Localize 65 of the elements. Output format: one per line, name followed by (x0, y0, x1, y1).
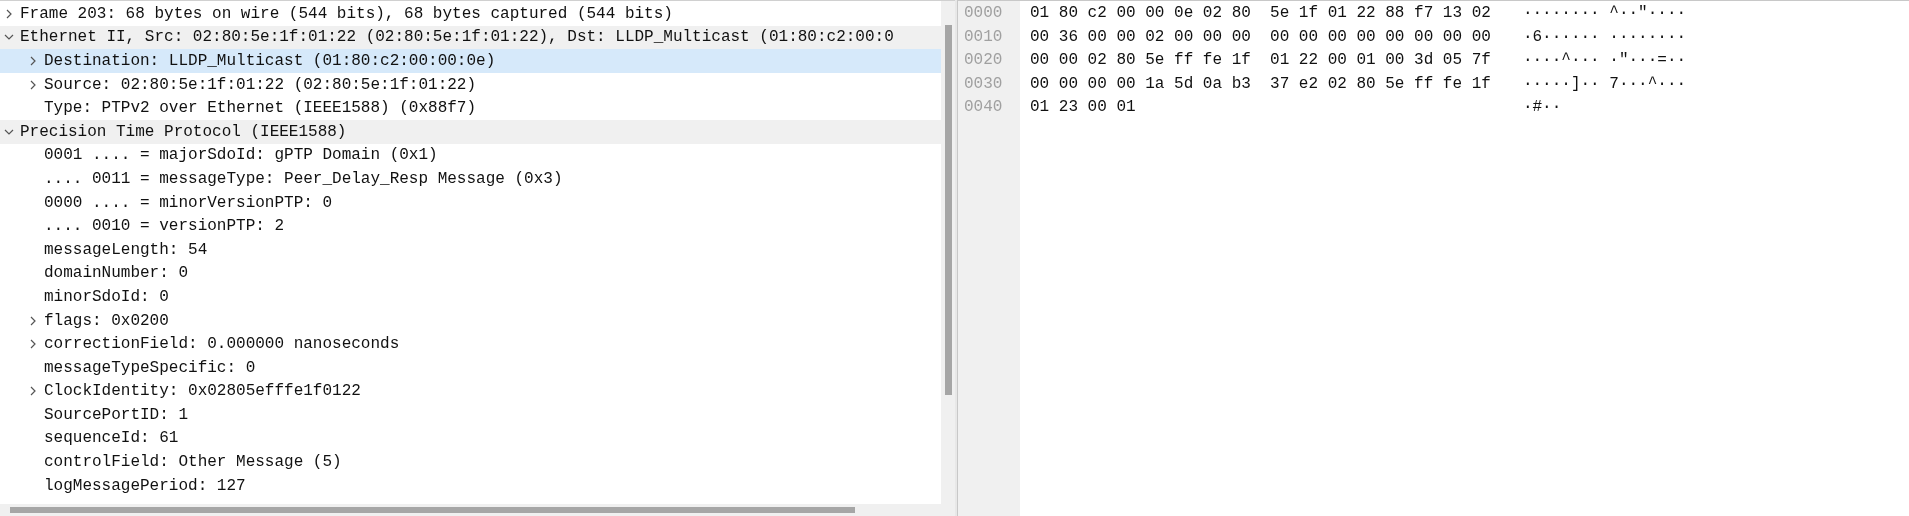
tree-row-label: flags: 0x0200 (44, 310, 169, 332)
tree-row[interactable]: Ethernet II, Src: 02:80:5e:1f:01:22 (02:80:5e:1f:01:22), Dst: LLDP_Multicast (01:80:c2:00:0 (0, 25, 941, 50)
ascii-text: ········ ^··"···· (1522, 3, 1687, 24)
chevron-right-icon[interactable] (28, 56, 38, 66)
tree-row[interactable]: .... 0010 = versionPTP: 2 (0, 214, 941, 238)
chevron-right-icon[interactable] (28, 315, 38, 326)
tree-row-label: .... 0010 = versionPTP: 2 (44, 216, 285, 238)
offset-label: 0000 (963, 3, 1003, 24)
tree-row[interactable]: Type: PTPv2 over Ethernet (IEEE1588) (0x88f7) (0, 96, 941, 120)
tree-row[interactable]: minorSdoId: 0 (0, 285, 941, 309)
tree-row[interactable]: 0001 .... = majorSdoId: gPTP Domain (0x1) (0, 143, 941, 168)
tree-row-label: 0001 .... = majorSdoId: gPTP Domain (0x1) (44, 145, 438, 167)
tree-row-label: messageLength: 54 (44, 239, 208, 261)
hex-bytes: 00 00 00 00 1a 5d 0a b3 37 e2 02 80 5e ff fe 1f (1030, 73, 1491, 95)
tree-row-label: ClockIdentity: 0x02805efffe1f0122 (44, 381, 361, 403)
vertical-scrollbar[interactable] (941, 1, 955, 504)
ascii-text: ·····]·· 7···^··· (1522, 73, 1687, 95)
ascii-text: ·6······ ········ (1522, 26, 1687, 48)
chevron-right-icon[interactable] (28, 386, 38, 397)
tree-row[interactable]: controlField: Other Message (5) (0, 450, 941, 474)
tree-row[interactable]: ClockIdentity: 0x02805efffe1f0122 (0, 379, 941, 404)
tree-row[interactable]: Frame 203: 68 bytes on wire (544 bits), 68 bytes captured (544 bits) (0, 2, 941, 26)
horizontal-scrollbar[interactable] (0, 504, 955, 516)
tree-row-label: logMessagePeriod: 127 (44, 475, 246, 497)
offset-label: 0010 (963, 26, 1003, 48)
tree-row[interactable]: SourcePortID: 1 (0, 403, 941, 427)
tree-row-label: .... 0011 = messageType: Peer_Delay_Resp Message (0x3) (44, 168, 563, 190)
tree-row-label: Source: 02:80:5e:1f:01:22 (02:80:5e:1f:01:22) (44, 74, 477, 96)
tree-row[interactable]: logMessagePeriod: 127 (0, 473, 941, 498)
tree-row[interactable]: sequenceId: 61 (0, 426, 941, 451)
tree-row-label: Precision Time Protocol (IEEE1588) (20, 121, 347, 143)
tree-row-label: minorSdoId: 0 (44, 286, 169, 308)
chevron-right-icon[interactable] (4, 8, 14, 19)
hex-bytes: 00 00 02 80 5e ff fe 1f 01 22 00 01 00 3d 05 7f (1030, 50, 1491, 72)
tree-row-label: messageTypeSpecific: 0 (44, 357, 256, 379)
tree-row[interactable]: Precision Time Protocol (IEEE1588) (0, 119, 941, 144)
tree-row-label: Ethernet II, Src: 02:80:5e:1f:01:22 (02:80:5e:1f:01:22), Dst: LLDP_Multicast (01:80:c2:00:0 (20, 27, 894, 49)
tree-row[interactable]: messageLength: 54 (0, 237, 941, 262)
chevron-right-icon[interactable] (28, 339, 38, 350)
tree-row-label: domainNumber: 0 (44, 263, 189, 285)
hex-bytes: 01 80 c2 00 00 0e 02 80 5e 1f 01 22 88 f7 13 02 (1030, 3, 1491, 24)
tree-row-label: Type: PTPv2 over Ethernet (IEEE1588) (0x88f7) (44, 98, 477, 120)
tree-row-label: Destination: LLDP_Multicast (01:80:c2:00:00:0e) (44, 51, 496, 72)
hex-bytes: 01 23 00 01 (1030, 97, 1136, 119)
tree-row-label: controlField: Other Message (5) (44, 452, 342, 474)
tree-row-label: sequenceId: 61 (44, 428, 179, 450)
tree-row[interactable]: messageTypeSpecific: 0 (0, 355, 941, 380)
chevron-right-icon[interactable] (28, 79, 38, 90)
offset-label: 0030 (963, 73, 1003, 95)
offset-label: 0040 (963, 97, 1003, 119)
tree-row[interactable]: domainNumber: 0 (0, 261, 941, 286)
tree-row[interactable]: Source: 02:80:5e:1f:01:22 (02:80:5e:1f:01:22) (0, 72, 941, 97)
tree-row[interactable]: 0000 .... = minorVersionPTP: 0 (0, 190, 941, 215)
tree-row[interactable]: .... 0011 = messageType: Peer_Delay_Resp Message (0x3) (0, 167, 941, 191)
tree-row-label: SourcePortID: 1 (44, 404, 189, 426)
ascii-text: ····^··· ·"···=·· (1522, 50, 1687, 72)
tree-row[interactable]: correctionField: 0.000000 nanoseconds (0, 332, 941, 356)
hex-bytes: 00 36 00 00 02 00 00 00 00 00 00 00 00 00 00 00 (1030, 26, 1491, 48)
tree-row-label: 0000 .... = minorVersionPTP: 0 (44, 192, 333, 214)
ascii-text: ·#·· (1522, 97, 1562, 119)
tree-row-label: correctionField: 0.000000 nanoseconds (44, 334, 400, 356)
tree-row-label: Frame 203: 68 bytes on wire (544 bits), 68 bytes captured (544 bits) (20, 3, 673, 25)
offset-label: 0020 (963, 50, 1003, 72)
tree-row[interactable]: Destination: LLDP_Multicast (01:80:c2:00:00:0e) (0, 49, 941, 73)
tree-row[interactable]: flags: 0x0200 (0, 308, 941, 333)
